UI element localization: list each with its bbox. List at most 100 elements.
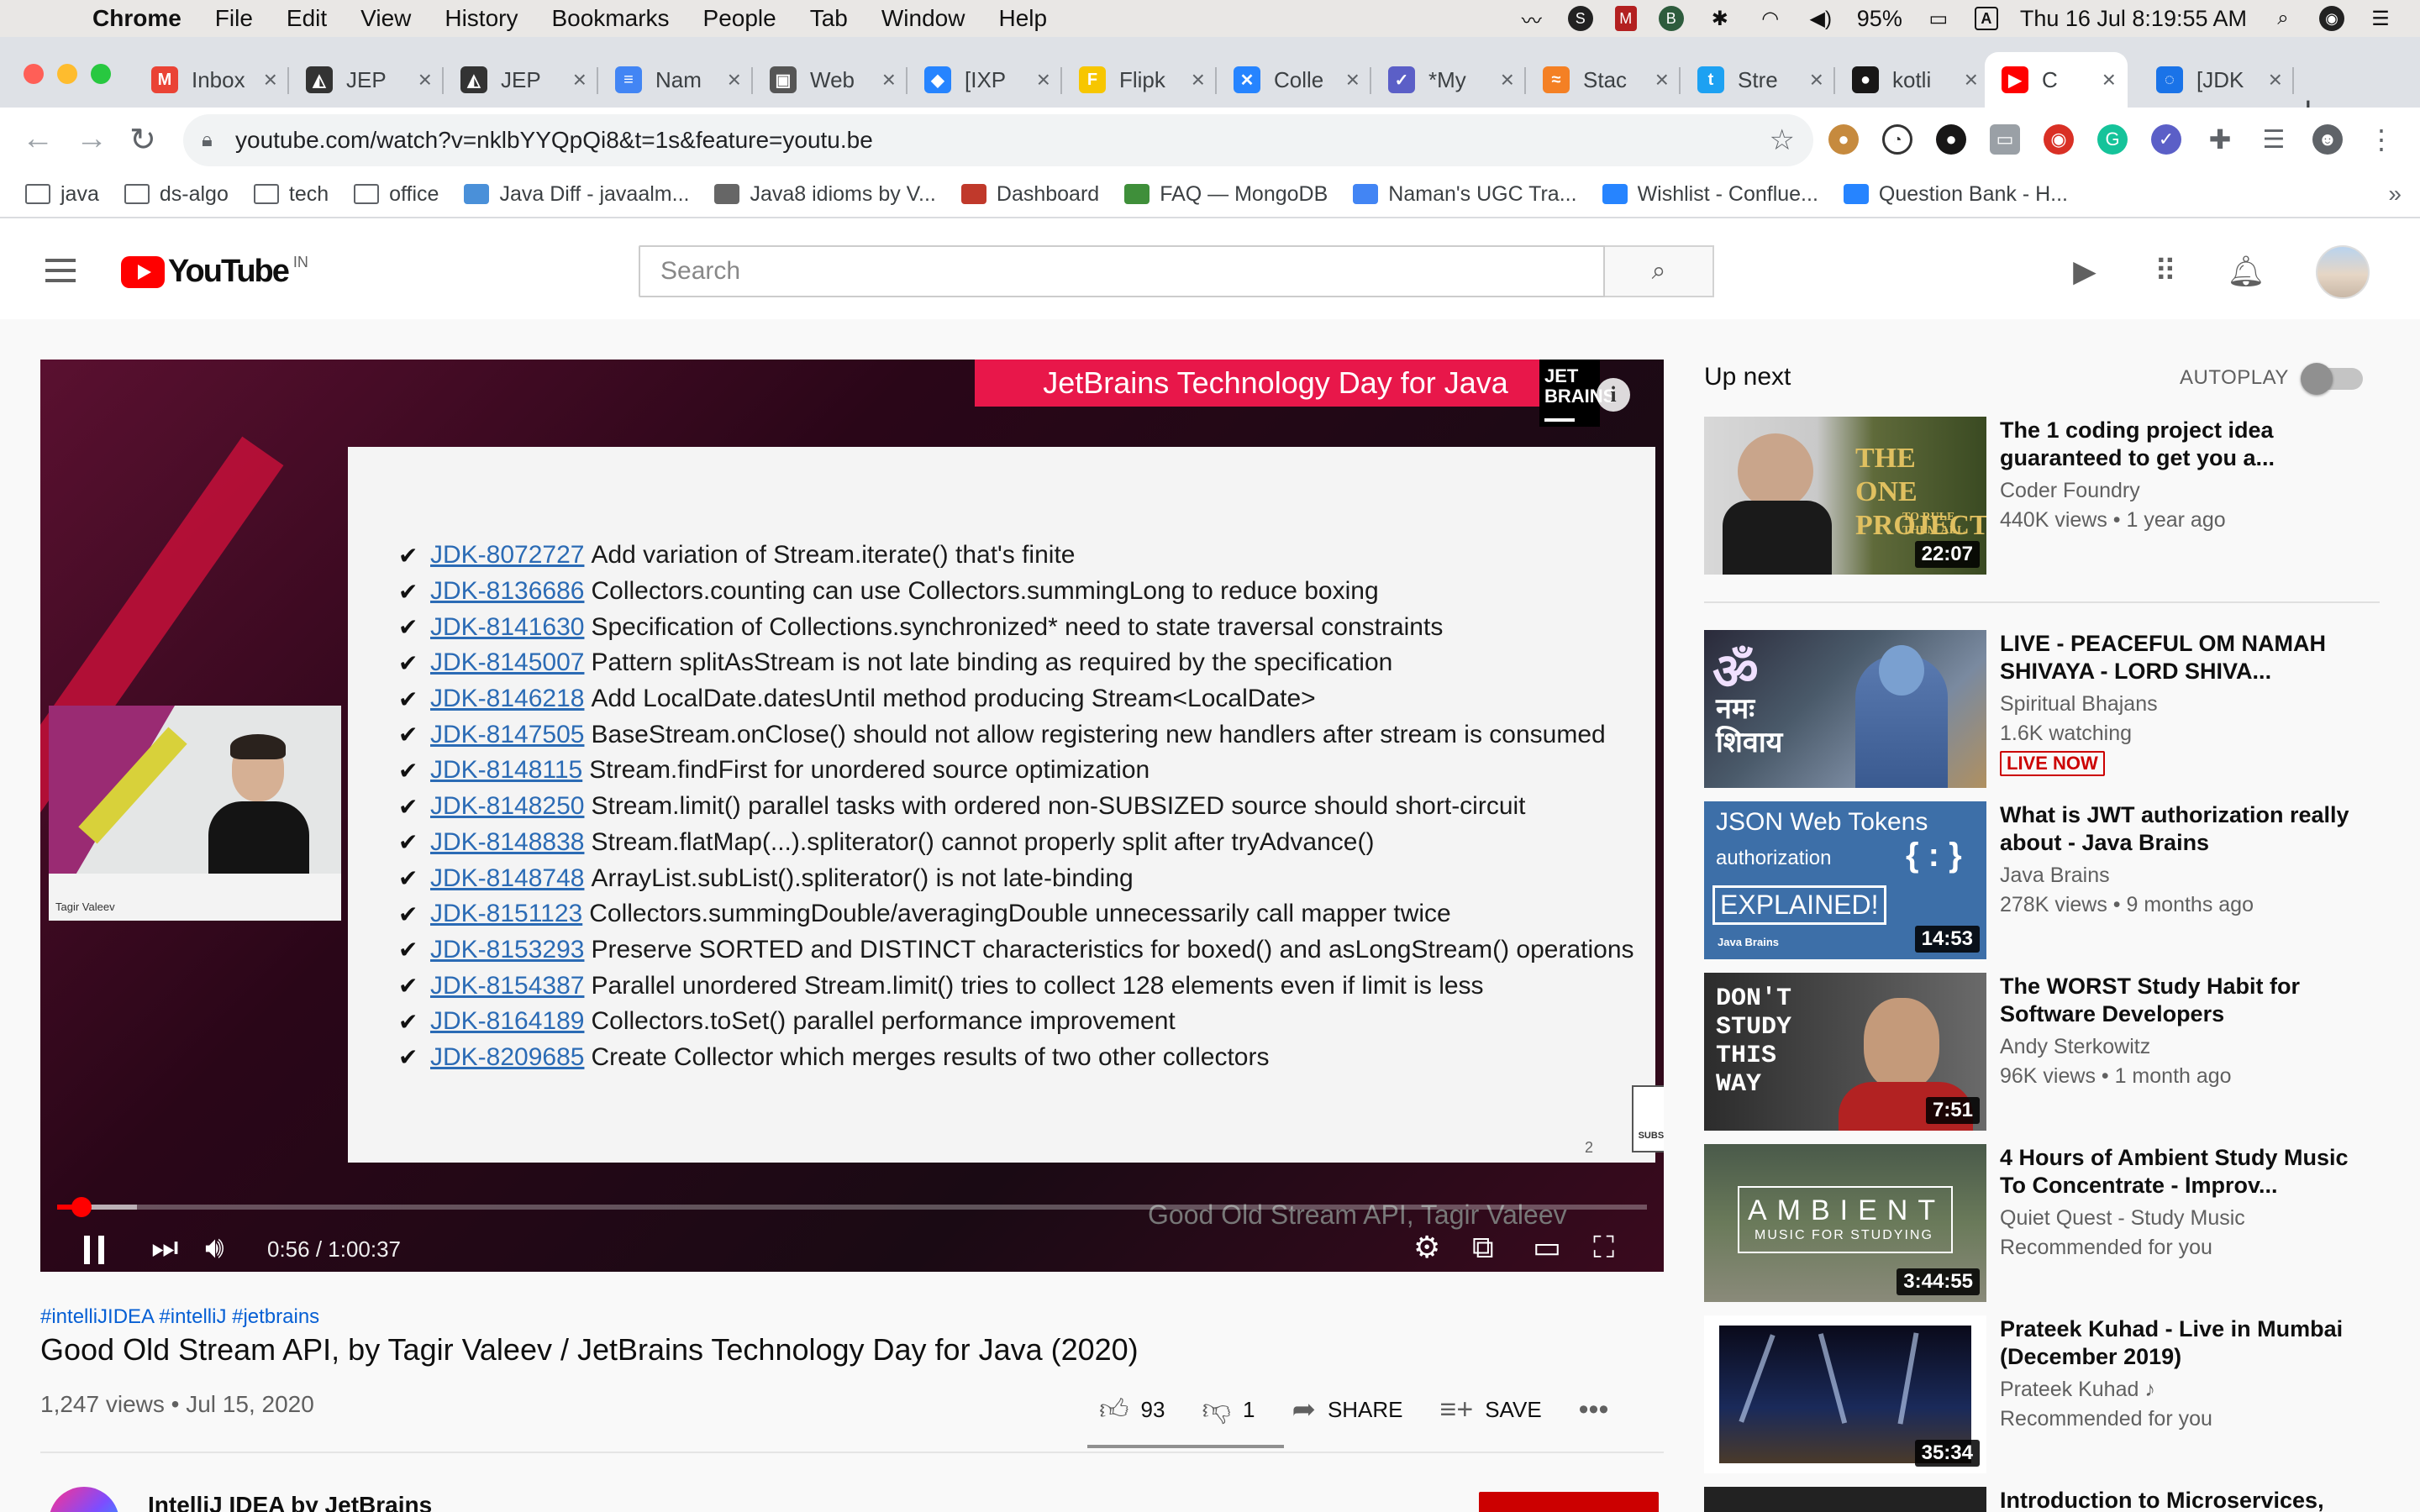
browser-tab[interactable]: ✕ Colle ×: [1217, 52, 1371, 108]
browser-tab[interactable]: ● kotli ×: [1835, 52, 1990, 108]
scrubber-handle[interactable]: [71, 1197, 92, 1217]
maximize-window-button[interactable]: [91, 64, 111, 84]
battery-icon[interactable]: ▭: [1924, 6, 1953, 31]
bookmark-link[interactable]: Java8 idioms by V...: [714, 182, 936, 207]
grammarly-icon[interactable]: G: [2097, 124, 2128, 155]
video-card-title[interactable]: What is JWT authorization really about -…: [2000, 801, 2378, 857]
video-thumbnail[interactable]: 35:34: [1704, 1315, 1986, 1473]
tab-close-icon[interactable]: ×: [1346, 66, 1360, 93]
screenshot-extension-icon[interactable]: ▭: [1990, 124, 2020, 155]
video-thumbnail[interactable]: DON'T STUDY THIS WAY 7:51: [1704, 973, 1986, 1131]
bookmark-link[interactable]: Dashboard: [960, 182, 1099, 207]
reload-icon[interactable]: ↻: [129, 121, 156, 159]
menu-tab[interactable]: Tab: [810, 5, 848, 32]
fullscreen-icon[interactable]: ⛶: [1593, 1230, 1614, 1266]
menu-history[interactable]: History: [445, 5, 518, 32]
video-thumbnail[interactable]: [1704, 1487, 1986, 1512]
profile-icon[interactable]: ☻: [2312, 124, 2343, 155]
github-extension-icon[interactable]: ●: [1936, 124, 1966, 155]
forward-icon[interactable]: →: [76, 121, 108, 157]
recommended-video-card[interactable]: ॐ नमः शिवाय LIVE - PEACEFUL OM NAMAH SHI…: [1704, 630, 2393, 790]
bookmark-folder[interactable]: office: [354, 182, 439, 207]
recommended-video-card[interactable]: JSON Web Tokens authorization { : } EXPL…: [1704, 801, 2393, 961]
video-card-title[interactable]: Prateek Kuhad - Live in Mumbai (December…: [2000, 1315, 2378, 1371]
tab-close-icon[interactable]: ×: [1501, 66, 1514, 93]
browser-tab[interactable]: F Flipk ×: [1062, 52, 1217, 108]
menu-edit[interactable]: Edit: [287, 5, 327, 32]
browser-tab[interactable]: ✓ *My ×: [1371, 52, 1526, 108]
recommended-video-card[interactable]: 35:34 Prateek Kuhad - Live in Mumbai (De…: [1704, 1315, 2393, 1475]
account-avatar[interactable]: [2316, 245, 2370, 299]
tab-close-icon[interactable]: ×: [573, 66, 587, 93]
save-button[interactable]: ≡+ SAVE: [1440, 1394, 1542, 1426]
siri-icon[interactable]: ◉: [2319, 6, 2344, 31]
notifications-bell-icon[interactable]: 🔔︎: [2227, 254, 2265, 289]
reading-list-icon[interactable]: ☰: [2259, 124, 2289, 155]
like-button[interactable]: 👍︎ 93: [1099, 1393, 1165, 1427]
wifi-icon[interactable]: ◠: [1756, 6, 1785, 31]
video-card-channel[interactable]: Andy Sterkowitz: [2000, 1035, 2378, 1059]
info-icon[interactable]: i: [1597, 378, 1630, 412]
activity-graph-icon[interactable]: 〰: [1518, 6, 1546, 33]
youtube-logo[interactable]: YouTube IN: [121, 254, 308, 290]
video-card-title[interactable]: LIVE - PEACEFUL OM NAMAH SHIVAYA - LORD …: [2000, 630, 2378, 685]
pause-button[interactable]: [84, 1235, 113, 1265]
backup-icon[interactable]: B: [1658, 6, 1684, 31]
dislike-button[interactable]: 👎︎ 1: [1202, 1393, 1255, 1427]
miniplayer-icon[interactable]: ⧉: [1472, 1230, 1494, 1266]
bookmark-link[interactable]: Question Bank - H...: [1843, 182, 2068, 207]
browser-tab[interactable]: ◭ JEP ×: [444, 52, 598, 108]
menu-file[interactable]: File: [215, 5, 253, 32]
video-thumbnail[interactable]: JSON Web Tokens authorization { : } EXPL…: [1704, 801, 1986, 959]
tab-close-icon[interactable]: ×: [418, 66, 432, 93]
browser-tab[interactable]: ▶ C ×: [1985, 52, 2128, 108]
recommended-video-card[interactable]: THE ONE PROJECT TO RULE THEM ALL 22:07 T…: [1704, 417, 2393, 576]
menu-people[interactable]: People: [703, 5, 776, 32]
clock[interactable]: Thu 16 Jul 8:19:55 AM: [2020, 6, 2247, 32]
tab-close-icon[interactable]: ×: [1037, 66, 1050, 93]
address-bar[interactable]: 🔒︎ youtube.com/watch?v=nklbYYQpQi8&t=1s&…: [183, 114, 1813, 166]
browser-tab[interactable]: t Stre ×: [1681, 52, 1835, 108]
task-extension-icon[interactable]: ✓: [2151, 124, 2181, 155]
chrome-menu-icon[interactable]: ⋮: [2366, 124, 2396, 155]
video-card-channel[interactable]: Coder Foundry: [2000, 479, 2378, 503]
theater-mode-icon[interactable]: ▭: [1533, 1230, 1561, 1265]
bookmark-folder[interactable]: ds-algo: [124, 182, 229, 207]
menu-help[interactable]: Help: [998, 5, 1047, 32]
browser-tab[interactable]: ▣ Web ×: [753, 52, 908, 108]
tab-close-icon[interactable]: ×: [1965, 66, 1978, 93]
close-window-button[interactable]: [24, 64, 44, 84]
bookmark-link[interactable]: Naman's UGC Tra...: [1353, 182, 1577, 207]
bookmark-folder[interactable]: tech: [253, 182, 329, 207]
menu-window[interactable]: Window: [881, 5, 965, 32]
menu-bookmarks[interactable]: Bookmarks: [551, 5, 669, 32]
extensions-puzzle-icon[interactable]: ✚: [2205, 124, 2235, 155]
tab-close-icon[interactable]: ×: [1192, 66, 1205, 93]
video-thumbnail[interactable]: THE ONE PROJECT TO RULE THEM ALL 22:07: [1704, 417, 1986, 575]
back-icon[interactable]: ←: [22, 121, 54, 157]
tab-close-icon[interactable]: ×: [728, 66, 741, 93]
menu-hamburger-icon[interactable]: [45, 259, 77, 282]
bookmark-link[interactable]: FAQ — MongoDB: [1124, 182, 1328, 207]
tab-close-icon[interactable]: ×: [1655, 66, 1669, 93]
channel-name[interactable]: IntelliJ IDEA by JetBrains: [148, 1492, 432, 1512]
recommended-video-card[interactable]: AMBIENT MUSIC FOR STUDYING 3:44:55 4 Hou…: [1704, 1144, 2393, 1304]
subscribe-button[interactable]: [1479, 1492, 1659, 1512]
video-card-title[interactable]: 4 Hours of Ambient Study Music To Concen…: [2000, 1144, 2378, 1200]
apps-grid-icon[interactable]: ⠿: [2148, 254, 2183, 289]
more-actions-button[interactable]: •••: [1579, 1394, 1621, 1426]
cookie-extension-icon[interactable]: ●: [1828, 124, 1859, 155]
search-input[interactable]: Search: [639, 245, 1605, 297]
tab-close-icon[interactable]: ×: [882, 66, 896, 93]
clock-extension-icon[interactable]: ◔: [1882, 124, 1912, 155]
more-bookmarks-icon[interactable]: »: [2388, 181, 2402, 207]
tab-close-icon[interactable]: ×: [1810, 66, 1823, 93]
video-card-channel[interactable]: Prateek Kuhad ♪: [2000, 1378, 2378, 1402]
spotlight-search-icon[interactable]: ⌕: [2269, 6, 2297, 31]
browser-tab[interactable]: ≡ Nam ×: [598, 52, 753, 108]
notification-extension-icon[interactable]: ◉: [2044, 124, 2074, 155]
bookmark-link[interactable]: Java Diff - javaalm...: [464, 182, 689, 207]
video-card-channel[interactable]: Quiet Quest - Study Music: [2000, 1206, 2378, 1231]
video-card-channel[interactable]: Spiritual Bhajans: [2000, 692, 2378, 717]
video-player[interactable]: JetBrains Technology Day for Java JET BR…: [40, 360, 1664, 1272]
